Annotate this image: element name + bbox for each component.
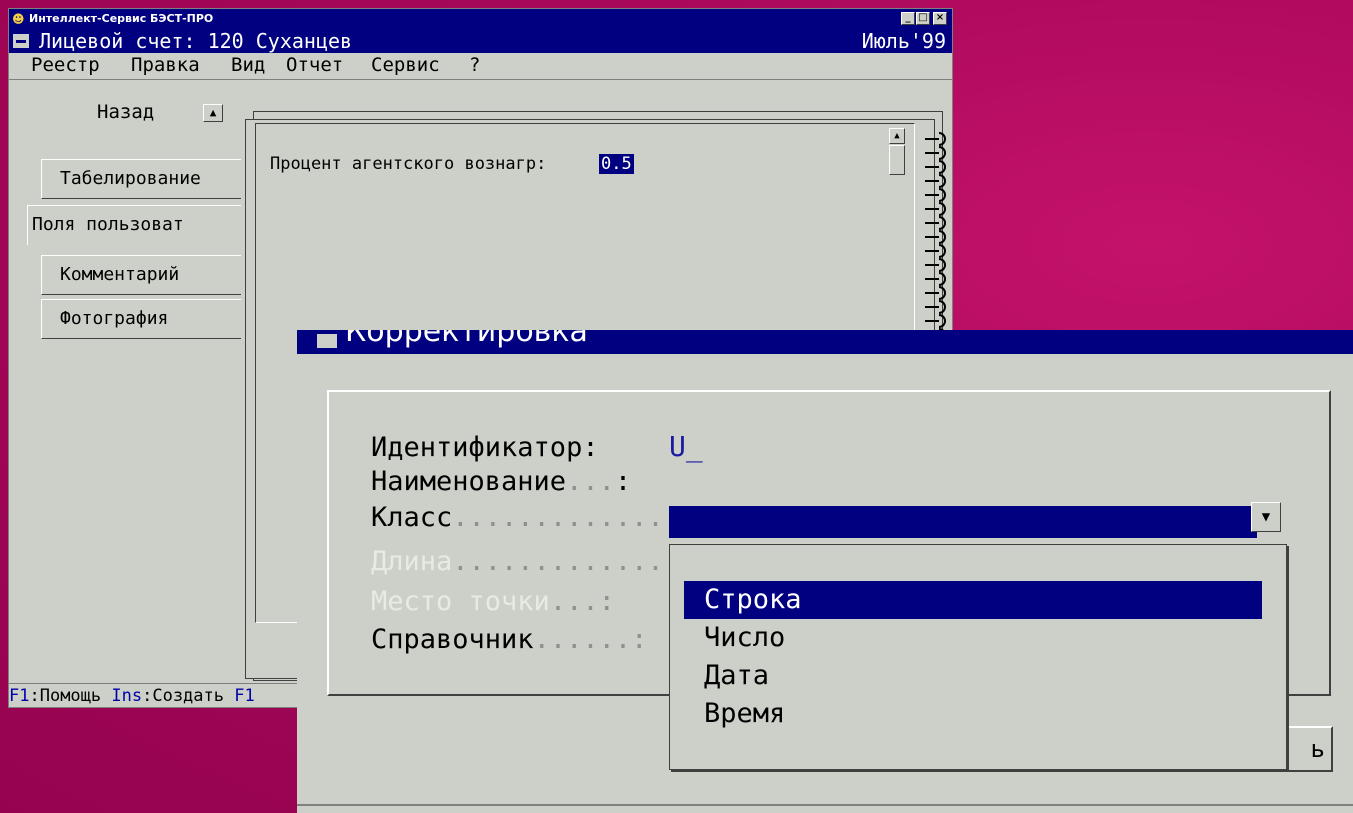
decimal-place-label: Место точки...:	[371, 586, 615, 617]
status-key[interactable]: Ins	[111, 686, 142, 706]
identifier-input[interactable]: U_	[669, 430, 703, 463]
dialog-title: Корректировка	[345, 330, 588, 349]
status-key[interactable]: F1	[234, 686, 254, 706]
class-label: Класс.............:	[371, 502, 680, 533]
app-titlebar[interactable]: ☻ Интеллект-Сервис БЭСТ-ПРО _ □ ×	[9, 9, 952, 29]
tab-comment[interactable]: Комментарий	[41, 255, 241, 295]
status-label: :Помощь	[29, 686, 102, 706]
agent-fee-input[interactable]: 0.5	[599, 154, 634, 174]
status-key[interactable]: F1	[9, 686, 29, 706]
close-button[interactable]: ×	[933, 12, 947, 25]
menu-pravka[interactable]: Правка	[131, 53, 200, 77]
status-label: :Создать	[142, 686, 224, 706]
reference-label: Справочник......:	[371, 624, 648, 655]
menu-help[interactable]: ?	[469, 53, 480, 77]
correction-dialog: Корректировка Идентификатор: Наименовани…	[297, 330, 1353, 813]
tab-user-fields[interactable]: Поля пользоват	[27, 205, 241, 245]
class-option-string[interactable]: Строка	[684, 581, 1262, 619]
tab-photo[interactable]: Фотография	[41, 299, 241, 339]
menubar: Реестр Правка Вид Отчет Сервис ?	[9, 53, 952, 79]
notebook-binding-icon	[925, 132, 946, 342]
name-label: Наименование...:	[371, 466, 632, 497]
class-select[interactable]	[669, 506, 1257, 538]
dialog-system-menu-icon[interactable]	[317, 334, 337, 348]
document-title: Лицевой счет: 120 Суханцев	[39, 29, 353, 53]
back-button[interactable]: ▲	[203, 104, 223, 122]
maximize-button[interactable]: □	[916, 12, 930, 25]
dialog-titlebar[interactable]: Корректировка	[297, 330, 1353, 354]
app-title: Интеллект-Сервис БЭСТ-ПРО	[29, 12, 214, 25]
document-titlebar[interactable]: Лицевой счет: 120 Суханцев Июль'99	[9, 29, 952, 53]
menu-vid[interactable]: Вид	[231, 53, 265, 77]
dialog-divider	[297, 804, 1353, 806]
agent-fee-label: Процент агентского вознагр:	[270, 154, 547, 174]
minimize-button[interactable]: _	[901, 12, 915, 25]
period-label: Июль'99	[861, 29, 946, 53]
class-option-date[interactable]: Дата	[684, 657, 1262, 695]
menu-servis[interactable]: Сервис	[371, 53, 440, 77]
class-option-number[interactable]: Число	[684, 619, 1262, 657]
menu-otchet[interactable]: Отчет	[286, 53, 343, 77]
chevron-down-icon[interactable]: ▼	[1251, 502, 1281, 532]
scrollbar-thumb[interactable]	[889, 145, 905, 175]
identifier-label: Идентификатор:	[371, 432, 599, 463]
app-icon: ☻	[12, 12, 25, 26]
class-dropdown-list: Строка Число Дата Время	[669, 544, 1287, 770]
back-label: Назад	[97, 101, 155, 123]
menu-reestr[interactable]: Реестр	[31, 53, 100, 77]
document-system-menu-icon[interactable]	[13, 34, 29, 48]
scroll-up-button[interactable]: ▲	[889, 128, 905, 144]
class-option-time[interactable]: Время	[684, 695, 1262, 733]
length-label: Длина.............:	[371, 546, 680, 577]
tab-tabelirovanie[interactable]: Табелирование	[41, 159, 241, 199]
menu-divider	[9, 79, 952, 80]
